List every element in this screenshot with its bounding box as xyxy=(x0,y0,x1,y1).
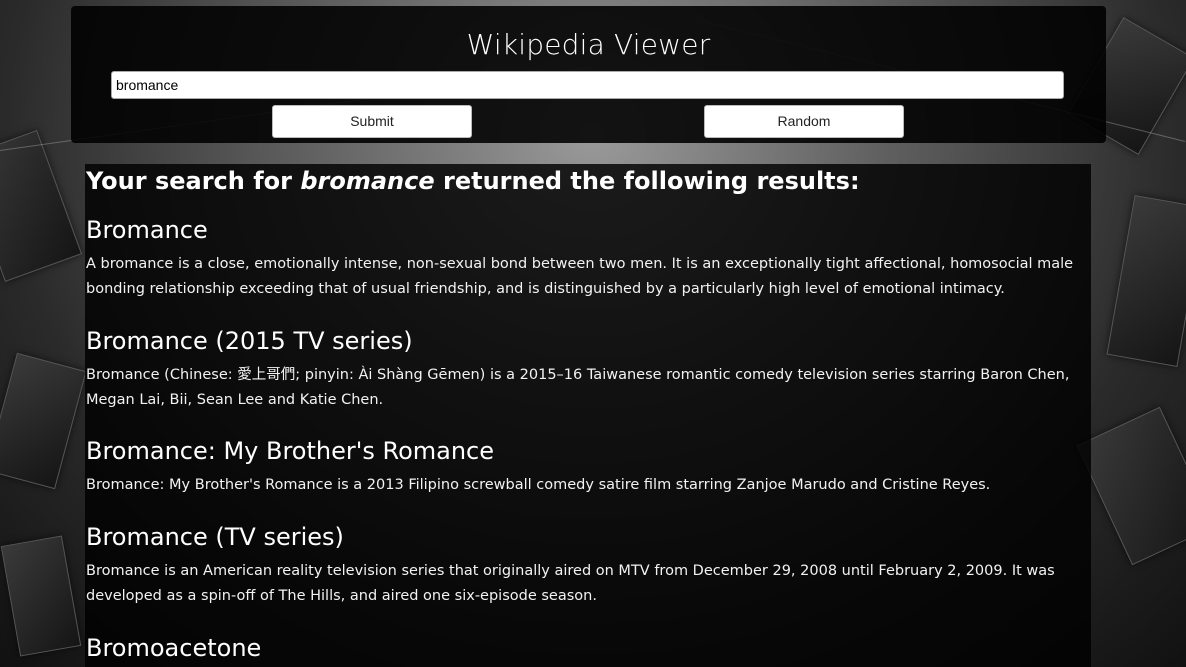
results-heading-prefix: Your search for xyxy=(86,167,301,195)
result-title[interactable]: Bromoacetone xyxy=(86,633,1086,663)
background-book xyxy=(1076,406,1186,566)
result-snippet: Bromance (Chinese: 愛上哥們; pinyin: Ài Shàn… xyxy=(86,367,1070,408)
background-book xyxy=(0,129,83,283)
result-title[interactable]: Bromance xyxy=(86,215,1086,245)
background-book xyxy=(0,535,82,657)
results-heading-suffix: returned the following results: xyxy=(434,167,860,195)
header-panel: Wikipedia Viewer Submit Random xyxy=(71,6,1106,143)
result-item: Bromance (TV series) Bromance is an Amer… xyxy=(86,522,1086,609)
result-title[interactable]: Bromance: My Brother's Romance xyxy=(86,436,1086,466)
result-item: Bromoacetone xyxy=(86,633,1086,667)
background-book xyxy=(1106,194,1186,368)
result-title[interactable]: Bromance (TV series) xyxy=(86,522,1086,552)
app-title: Wikipedia Viewer xyxy=(466,28,711,61)
result-snippet: A bromance is a close, emotionally inten… xyxy=(86,256,1074,297)
background-book xyxy=(0,352,87,490)
result-item: Bromance A bromance is a close, emotiona… xyxy=(86,215,1086,302)
submit-button[interactable]: Submit xyxy=(272,105,472,138)
search-input[interactable] xyxy=(111,71,1064,99)
results-heading-query: bromance xyxy=(300,167,435,195)
random-button[interactable]: Random xyxy=(704,105,904,138)
results-panel: Your search for bromance returned the fo… xyxy=(85,164,1091,667)
result-title[interactable]: Bromance (2015 TV series) xyxy=(86,326,1086,356)
result-item: Bromance (2015 TV series) Bromance (Chin… xyxy=(86,326,1086,413)
result-snippet: Bromance is an American reality televisi… xyxy=(86,563,1055,604)
results-heading: Your search for bromance returned the fo… xyxy=(86,166,860,196)
result-snippet: Bromance: My Brother's Romance is a 2013… xyxy=(86,477,991,493)
result-item: Bromance: My Brother's Romance Bromance:… xyxy=(86,436,1086,498)
